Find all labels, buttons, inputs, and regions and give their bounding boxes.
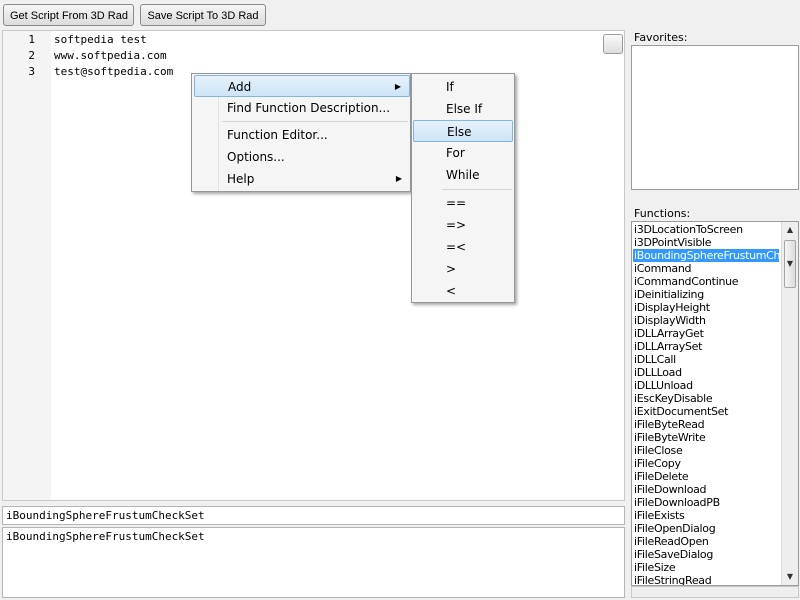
submenu-item-equals[interactable]: == bbox=[413, 192, 513, 214]
function-list-item[interactable]: iCommandContinue bbox=[633, 275, 779, 288]
menu-item-label: Help bbox=[227, 172, 255, 186]
code-line[interactable]: softpedia test bbox=[54, 32, 147, 48]
menu-item-options[interactable]: Options... bbox=[194, 146, 410, 168]
function-list-item[interactable]: i3DLocationToScreen bbox=[633, 223, 779, 236]
functions-horizontal-scrollbar[interactable] bbox=[631, 586, 799, 598]
favorites-list[interactable] bbox=[631, 45, 799, 190]
menu-item-label: Add bbox=[228, 80, 252, 94]
menu-item-function-editor[interactable]: Function Editor... bbox=[194, 124, 410, 146]
submenu-item-while[interactable]: While bbox=[413, 164, 513, 186]
add-submenu: If Else If Else For While == => =< > < bbox=[411, 73, 515, 303]
function-description-text: iBoundingSphereFrustumCheckSet bbox=[6, 530, 205, 543]
functions-items: i3DLocationToScreen i3DPointVisible iBound… bbox=[633, 223, 779, 585]
submenu-item-if[interactable]: If bbox=[413, 76, 513, 98]
submenu-item-for[interactable]: For bbox=[413, 142, 513, 164]
function-list-item[interactable]: iFileExists bbox=[633, 509, 779, 522]
scroll-down-icon[interactable]: ▼ bbox=[782, 569, 798, 585]
function-name-field[interactable]: iBoundingSphereFrustumCheckSet bbox=[2, 506, 625, 525]
function-list-item[interactable]: iDLLArraySet bbox=[633, 340, 779, 353]
submenu-item-else[interactable]: Else bbox=[413, 120, 513, 142]
submenu-arrow-icon: ▶ bbox=[395, 174, 402, 183]
submenu-arrow-icon: ▶ bbox=[394, 82, 401, 91]
save-script-button[interactable]: Save Script To 3D Rad bbox=[140, 4, 266, 26]
function-list-item[interactable]: iFileDelete bbox=[633, 470, 779, 483]
functions-list[interactable]: i3DLocationToScreen i3DPointVisible iBound… bbox=[631, 221, 799, 586]
function-list-item[interactable]: iDLLArrayGet bbox=[633, 327, 779, 340]
submenu-item-else-if[interactable]: Else If bbox=[413, 98, 513, 120]
code-line[interactable]: www.softpedia.com bbox=[54, 48, 167, 64]
function-list-item[interactable]: iFileSize bbox=[633, 561, 779, 574]
function-description-field[interactable]: iBoundingSphereFrustumCheckSet bbox=[2, 527, 625, 598]
menu-item-find-function-description[interactable]: Find Function Description... bbox=[194, 97, 410, 119]
function-list-item[interactable]: iFileClose bbox=[633, 444, 779, 457]
function-list-item[interactable]: iFileDownloadPB bbox=[633, 496, 779, 509]
menu-separator bbox=[222, 121, 408, 122]
function-list-item[interactable]: iDeinitializing bbox=[633, 288, 779, 301]
function-list-item[interactable]: iDisplayHeight bbox=[633, 301, 779, 314]
menu-item-label: Options... bbox=[227, 150, 285, 164]
function-list-item[interactable]: iFileStringRead bbox=[633, 574, 779, 585]
function-list-item[interactable]: iFileSaveDialog bbox=[633, 548, 779, 561]
line-number-gutter: 1 2 3 bbox=[3, 31, 51, 500]
function-list-item[interactable]: iDLLLoad bbox=[633, 366, 779, 379]
favorites-label: Favorites: bbox=[634, 31, 688, 44]
function-list-item[interactable]: iDisplayWidth bbox=[633, 314, 779, 327]
function-list-item[interactable]: iExitDocumentSet bbox=[633, 405, 779, 418]
function-list-item[interactable]: i3DPointVisible bbox=[633, 236, 779, 249]
menu-item-add[interactable]: Add ▶ bbox=[194, 75, 410, 97]
submenu-item-less-or-equal[interactable]: =< bbox=[413, 236, 513, 258]
function-list-item[interactable]: iDLLCall bbox=[633, 353, 779, 366]
function-list-item[interactable]: iFileByteWrite bbox=[633, 431, 779, 444]
get-script-button[interactable]: Get Script From 3D Rad bbox=[3, 4, 134, 26]
menu-item-label: Function Editor... bbox=[227, 128, 328, 142]
menu-item-label: Find Function Description... bbox=[227, 101, 391, 115]
code-line[interactable]: test@softpedia.com bbox=[54, 64, 173, 80]
function-list-item[interactable]: iBoundingSphereFrustumCheckSet bbox=[633, 249, 779, 262]
function-list-item[interactable]: iFileByteRead bbox=[633, 418, 779, 431]
functions-scrollbar[interactable]: ▲ ▼ ▼ bbox=[781, 222, 798, 585]
submenu-item-greater-than[interactable]: > bbox=[413, 258, 513, 280]
function-list-item[interactable]: iDLLUnload bbox=[633, 379, 779, 392]
scroll-up-icon[interactable]: ▲ bbox=[782, 222, 798, 238]
scroll-down-icon[interactable]: ▼ bbox=[782, 256, 798, 272]
function-list-item[interactable]: iCommand bbox=[633, 262, 779, 275]
context-menu: Add ▶ Find Function Description... Funct… bbox=[191, 73, 411, 192]
function-list-item[interactable]: iEscKeyDisable bbox=[633, 392, 779, 405]
line-number: 2 bbox=[28, 49, 35, 62]
function-list-item[interactable]: iFileOpenDialog bbox=[633, 522, 779, 535]
menu-separator bbox=[442, 189, 512, 190]
function-list-item[interactable]: iFileCopy bbox=[633, 457, 779, 470]
functions-label: Functions: bbox=[634, 207, 691, 220]
submenu-item-less-than[interactable]: < bbox=[413, 280, 513, 302]
line-number: 3 bbox=[28, 65, 35, 78]
editor-corner-button[interactable] bbox=[603, 34, 623, 54]
function-list-item[interactable]: iFileReadOpen bbox=[633, 535, 779, 548]
submenu-item-greater-or-equal[interactable]: => bbox=[413, 214, 513, 236]
function-list-item[interactable]: iFileDownload bbox=[633, 483, 779, 496]
line-number: 1 bbox=[28, 33, 35, 46]
function-name-text: iBoundingSphereFrustumCheckSet bbox=[6, 509, 205, 522]
menu-item-help[interactable]: Help ▶ bbox=[194, 168, 410, 190]
